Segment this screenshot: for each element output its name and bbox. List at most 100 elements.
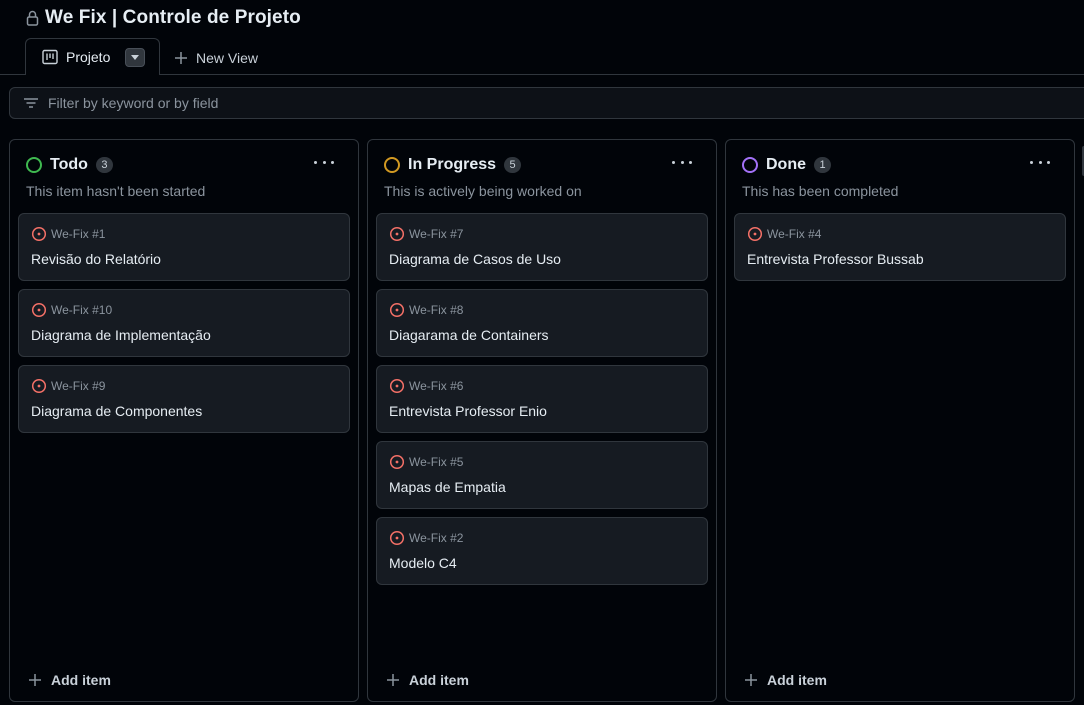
- issue-card[interactable]: We-Fix #1 Revisão do Relatório: [18, 213, 350, 281]
- status-circle-icon: [26, 157, 42, 173]
- plus-icon: [745, 674, 757, 686]
- issue-open-icon: [31, 302, 47, 318]
- filter-input[interactable]: Filter by keyword or by field: [9, 87, 1084, 119]
- kebab-dot-icon: [1047, 160, 1050, 164]
- column-header: In Progress 5: [384, 156, 522, 174]
- column-description: This item hasn't been started: [26, 183, 206, 199]
- issue-reference[interactable]: We-Fix #2: [409, 531, 463, 545]
- new-view-button[interactable]: New View: [174, 48, 258, 68]
- issue-reference[interactable]: We-Fix #9: [51, 379, 105, 393]
- view-tabs: Projeto New View: [0, 38, 1084, 76]
- issue-meta: We-Fix #1: [31, 226, 105, 242]
- kebab-dot-icon: [680, 160, 684, 164]
- issue-open-icon: [389, 530, 405, 546]
- issue-open-icon: [389, 226, 405, 242]
- project-board: We Fix | Controle de Projeto Projeto New…: [0, 0, 1084, 705]
- board-column: Done 1 This has been completed We-Fix #4: [725, 139, 1075, 702]
- issue-reference[interactable]: We-Fix #10: [51, 303, 112, 317]
- issue-open-icon: [389, 302, 405, 318]
- column-description: This is actively being worked on: [384, 183, 582, 199]
- issue-open-icon: [747, 226, 763, 242]
- issue-reference[interactable]: We-Fix #1: [51, 227, 105, 241]
- issue-meta: We-Fix #4: [747, 226, 821, 242]
- issue-card[interactable]: We-Fix #5 Mapas de Empatia: [376, 441, 708, 509]
- issue-reference[interactable]: We-Fix #4: [767, 227, 821, 241]
- kebab-dot-icon: [672, 160, 675, 164]
- issue-title[interactable]: Modelo C4: [389, 555, 457, 571]
- kebab-dot-icon: [314, 160, 317, 164]
- card-list: We-Fix #1 Revisão do Relatório We-Fix #1…: [18, 213, 350, 441]
- column-title: In Progress: [408, 156, 497, 173]
- issue-reference[interactable]: We-Fix #8: [409, 303, 463, 317]
- add-item-label: Add item: [51, 672, 111, 688]
- card-list: We-Fix #7 Diagrama de Casos de Uso We-Fi…: [376, 213, 708, 593]
- kebab-dot-icon: [1030, 160, 1033, 164]
- kebab-dot-icon: [331, 160, 334, 164]
- kebab-dot-icon: [689, 160, 692, 164]
- tab-options-button[interactable]: [125, 48, 145, 67]
- issue-meta: We-Fix #8: [389, 302, 463, 318]
- issue-reference[interactable]: We-Fix #7: [409, 227, 463, 241]
- issue-open-icon: [389, 454, 405, 470]
- issue-title[interactable]: Diagrama de Casos de Uso: [389, 251, 561, 267]
- issue-title[interactable]: Entrevista Professor Enio: [389, 403, 547, 419]
- issue-meta: We-Fix #10: [31, 302, 112, 318]
- board-column: Todo 3 This item hasn't been started We-…: [9, 139, 359, 702]
- board-column: In Progress 5 This is actively being wor…: [367, 139, 717, 702]
- issue-card[interactable]: We-Fix #6 Entrevista Professor Enio: [376, 365, 708, 433]
- issue-title[interactable]: Diagrama de Componentes: [31, 403, 202, 419]
- add-item-label: Add item: [767, 672, 827, 688]
- plus-icon: [387, 674, 399, 686]
- add-item-button[interactable]: Add item: [386, 671, 469, 689]
- project-title: We Fix | Controle de Projeto: [45, 7, 301, 28]
- column-header: Done 1: [742, 156, 831, 174]
- issue-meta: We-Fix #7: [389, 226, 463, 242]
- issue-reference[interactable]: We-Fix #6: [409, 379, 463, 393]
- column-title: Todo: [50, 156, 88, 173]
- column-menu-button[interactable]: [314, 154, 334, 170]
- column-menu-button[interactable]: [1030, 154, 1050, 170]
- issue-title[interactable]: Diagrama de Implementação: [31, 327, 211, 343]
- table-icon: [42, 49, 58, 65]
- issue-open-icon: [389, 378, 405, 394]
- issue-meta: We-Fix #2: [389, 530, 463, 546]
- status-circle-icon: [384, 157, 400, 173]
- caret-down-icon: [131, 55, 139, 60]
- issue-meta: We-Fix #9: [31, 378, 105, 394]
- card-list: We-Fix #4 Entrevista Professor Bussab: [734, 213, 1066, 289]
- issue-open-icon: [31, 226, 47, 242]
- issue-card[interactable]: We-Fix #4 Entrevista Professor Bussab: [734, 213, 1066, 281]
- item-count-badge: 3: [95, 157, 113, 173]
- item-count-badge: 5: [504, 157, 522, 173]
- issue-open-icon: [31, 378, 47, 394]
- issue-reference[interactable]: We-Fix #5: [409, 455, 463, 469]
- issue-meta: We-Fix #5: [389, 454, 463, 470]
- column-description: This has been completed: [742, 183, 899, 199]
- filter-icon: [24, 98, 38, 108]
- kebab-dot-icon: [1038, 160, 1042, 164]
- add-item-button[interactable]: Add item: [28, 671, 111, 689]
- issue-card[interactable]: We-Fix #8 Diagarama de Containers: [376, 289, 708, 357]
- item-count-badge: 1: [814, 157, 831, 173]
- issue-card[interactable]: We-Fix #9 Diagrama de Componentes: [18, 365, 350, 433]
- column-title: Done: [766, 156, 806, 173]
- column-menu-button[interactable]: [672, 154, 692, 170]
- issue-title[interactable]: Entrevista Professor Bussab: [747, 251, 924, 267]
- tab-projeto-label: Projeto: [66, 49, 111, 65]
- kebab-dot-icon: [322, 160, 326, 164]
- tab-projeto[interactable]: Projeto: [25, 38, 160, 76]
- lock-icon: [26, 10, 39, 26]
- add-item-button[interactable]: Add item: [744, 671, 827, 689]
- issue-title[interactable]: Revisão do Relatório: [31, 251, 161, 267]
- issue-card[interactable]: We-Fix #10 Diagrama de Implementação: [18, 289, 350, 357]
- issue-meta: We-Fix #6: [389, 378, 463, 394]
- project-header: We Fix | Controle de Projeto: [26, 5, 301, 31]
- issue-card[interactable]: We-Fix #7 Diagrama de Casos de Uso: [376, 213, 708, 281]
- plus-icon: [175, 52, 187, 64]
- issue-title[interactable]: Mapas de Empatia: [389, 479, 506, 495]
- column-header: Todo 3: [26, 156, 113, 174]
- issue-title[interactable]: Diagarama de Containers: [389, 327, 549, 343]
- issue-card[interactable]: We-Fix #2 Modelo C4: [376, 517, 708, 585]
- add-item-label: Add item: [409, 672, 469, 688]
- filter-placeholder: Filter by keyword or by field: [48, 95, 219, 111]
